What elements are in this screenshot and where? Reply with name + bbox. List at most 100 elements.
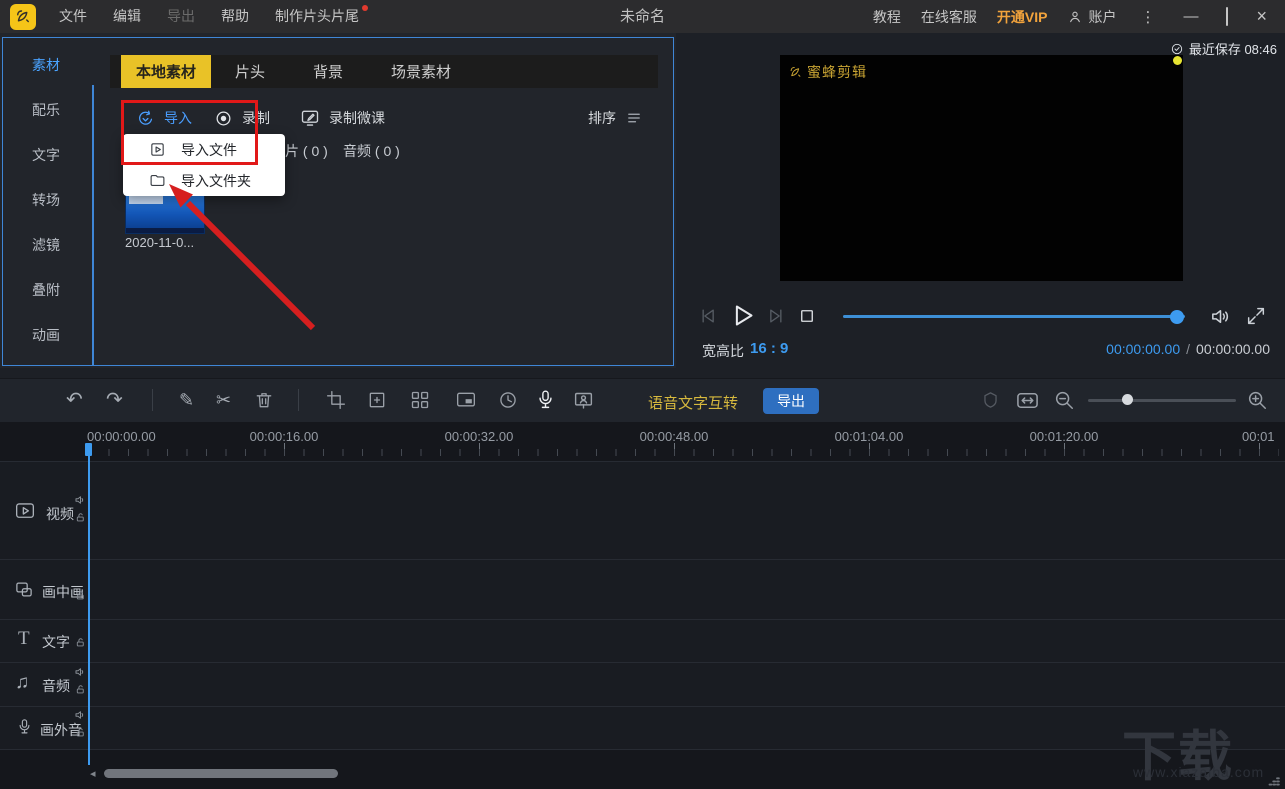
- titlebar-right: 教程 在线客服 开通VIP 账户 ⋮ — ×: [873, 6, 1285, 27]
- volume-button[interactable]: [1209, 305, 1232, 328]
- filter-image-count[interactable]: 片 ( 0 ): [285, 141, 328, 161]
- close-button[interactable]: ×: [1252, 6, 1271, 27]
- aspect-ratio-value[interactable]: 16 : 9: [750, 340, 788, 357]
- maximize-button[interactable]: [1222, 7, 1232, 26]
- track-mute-icon[interactable]: [74, 494, 86, 506]
- timeline-zoom-knob[interactable]: [1122, 394, 1133, 405]
- fit-timeline-button[interactable]: [1016, 389, 1039, 412]
- app-logo-bee-icon[interactable]: [10, 3, 36, 30]
- timeline-zoom-out-button[interactable]: [1053, 389, 1075, 411]
- seek-slider-knob[interactable]: [1170, 310, 1184, 324]
- record-button[interactable]: 录制: [214, 108, 270, 128]
- track-mute-icon[interactable]: [74, 709, 86, 721]
- media-tabbar: 本地素材 片头 背景 场景素材: [110, 55, 658, 88]
- import-icon: [136, 109, 155, 128]
- ruler-label: 00:00:48.00: [639, 429, 709, 444]
- sidebar-item-filter[interactable]: 滤镜: [0, 235, 92, 259]
- presenter-record-button[interactable]: [573, 390, 594, 411]
- import-folder-label: 导入文件夹: [181, 172, 251, 189]
- split-scissors-button[interactable]: ✂: [216, 389, 231, 411]
- tab-local-media[interactable]: 本地素材: [121, 55, 212, 88]
- track-mute-icon[interactable]: [74, 666, 86, 678]
- playhead-line[interactable]: [88, 443, 90, 765]
- duration-clock-button[interactable]: [498, 390, 518, 410]
- export-button[interactable]: 导出: [763, 388, 819, 414]
- previous-frame-button[interactable]: [699, 306, 719, 326]
- menu-file[interactable]: 文件: [46, 0, 100, 33]
- speech-to-text-button[interactable]: 语音文字互转: [648, 392, 738, 413]
- dropdown-import-folder[interactable]: 导入文件夹: [123, 165, 285, 196]
- thumbnail-taskbar: [126, 228, 204, 233]
- picture-in-picture-button[interactable]: [456, 390, 476, 410]
- delete-trash-button[interactable]: [254, 390, 274, 410]
- play-button[interactable]: [729, 302, 756, 329]
- import-label: 导入: [164, 110, 192, 126]
- toolbar-divider: [152, 389, 153, 411]
- record-lesson-label: 录制微课: [329, 110, 385, 126]
- marker-flag-icon[interactable]: [981, 390, 1000, 410]
- scroll-left-arrow[interactable]: ◂: [90, 767, 96, 780]
- dropdown-import-file[interactable]: 导入文件: [123, 134, 285, 165]
- mosaic-button[interactable]: [410, 390, 430, 410]
- audio-track-icon: ♫: [15, 672, 30, 693]
- video-track-icon: [13, 501, 37, 521]
- track-lock-icon[interactable]: [75, 589, 86, 602]
- ruler-label: 00:00:16.00: [249, 429, 319, 444]
- menu-help[interactable]: 帮助: [208, 0, 262, 33]
- more-menu-icon[interactable]: ⋮: [1136, 8, 1159, 26]
- tab-background[interactable]: 背景: [289, 55, 367, 88]
- seek-slider[interactable]: [843, 315, 1185, 318]
- media-item-thumbnail[interactable]: [125, 192, 205, 234]
- fullscreen-button[interactable]: [1245, 305, 1267, 327]
- voiceover-mic-button[interactable]: [535, 389, 556, 410]
- record-lesson-button[interactable]: 录制微课: [300, 108, 385, 128]
- edit-pencil-button[interactable]: ✎: [179, 389, 194, 411]
- vip-link[interactable]: 开通VIP: [997, 7, 1048, 27]
- sidebar-item-music[interactable]: 配乐: [0, 100, 92, 124]
- horizontal-scrollbar-thumb[interactable]: [104, 769, 338, 778]
- record-label: 录制: [242, 110, 270, 126]
- resize-grip-icon: [1267, 772, 1282, 787]
- menu-intro-outro[interactable]: 制作片头片尾: [262, 0, 372, 33]
- sidebar-item-media[interactable]: 素材: [0, 55, 92, 79]
- zoom-region-button[interactable]: [367, 390, 387, 410]
- tutorial-link[interactable]: 教程: [873, 7, 901, 27]
- sidebar-item-transition[interactable]: 转场: [0, 190, 92, 214]
- sort-list-icon: [625, 109, 643, 127]
- undo-button[interactable]: ↶: [66, 389, 83, 411]
- folder-icon: [149, 172, 166, 189]
- track-lock-icon[interactable]: [75, 726, 86, 739]
- selection-handle: [1173, 56, 1182, 65]
- ruler-minor-ticks[interactable]: [89, 449, 1279, 456]
- track-lock-icon[interactable]: [75, 511, 86, 524]
- sort-button[interactable]: 排序: [588, 108, 643, 128]
- preview-watermark: 蜜蜂剪辑: [788, 62, 867, 82]
- track-lock-icon[interactable]: [75, 683, 86, 696]
- sidebar-item-animation[interactable]: 动画: [0, 325, 92, 349]
- menu-export[interactable]: 导出: [154, 0, 208, 33]
- redo-button[interactable]: ↷: [106, 389, 123, 411]
- sidebar-item-text[interactable]: 文字: [0, 145, 92, 169]
- time-display: 00:00:00.00 / 00:00:00.00: [1106, 341, 1270, 357]
- next-frame-button[interactable]: [765, 306, 785, 326]
- account-button[interactable]: 账户: [1067, 7, 1116, 27]
- ruler-label: 00:00:00.00: [87, 429, 156, 444]
- minimize-button[interactable]: —: [1179, 8, 1202, 25]
- support-link[interactable]: 在线客服: [921, 7, 977, 27]
- preview-viewport[interactable]: 蜜蜂剪辑: [780, 55, 1183, 281]
- timeline-zoom-in-button[interactable]: [1246, 389, 1268, 411]
- toolbar-divider: [298, 389, 299, 411]
- crop-button[interactable]: [326, 390, 346, 410]
- import-button[interactable]: 导入: [136, 108, 192, 128]
- track-lock-icon[interactable]: [75, 636, 86, 649]
- ruler-label: 00:00:32.00: [444, 429, 514, 444]
- stop-button[interactable]: [798, 307, 816, 325]
- tab-scene-media[interactable]: 场景素材: [367, 55, 475, 88]
- filter-audio-count[interactable]: 音频 ( 0 ): [343, 141, 400, 161]
- ruler-label: 00:01:20.00: [1029, 429, 1099, 444]
- menu-edit[interactable]: 编辑: [100, 0, 154, 33]
- tab-intro[interactable]: 片头: [211, 55, 289, 88]
- timeline-zoom-slider[interactable]: [1088, 399, 1236, 402]
- sidebar-item-overlay[interactable]: 叠附: [0, 280, 92, 304]
- record-icon: [214, 109, 233, 128]
